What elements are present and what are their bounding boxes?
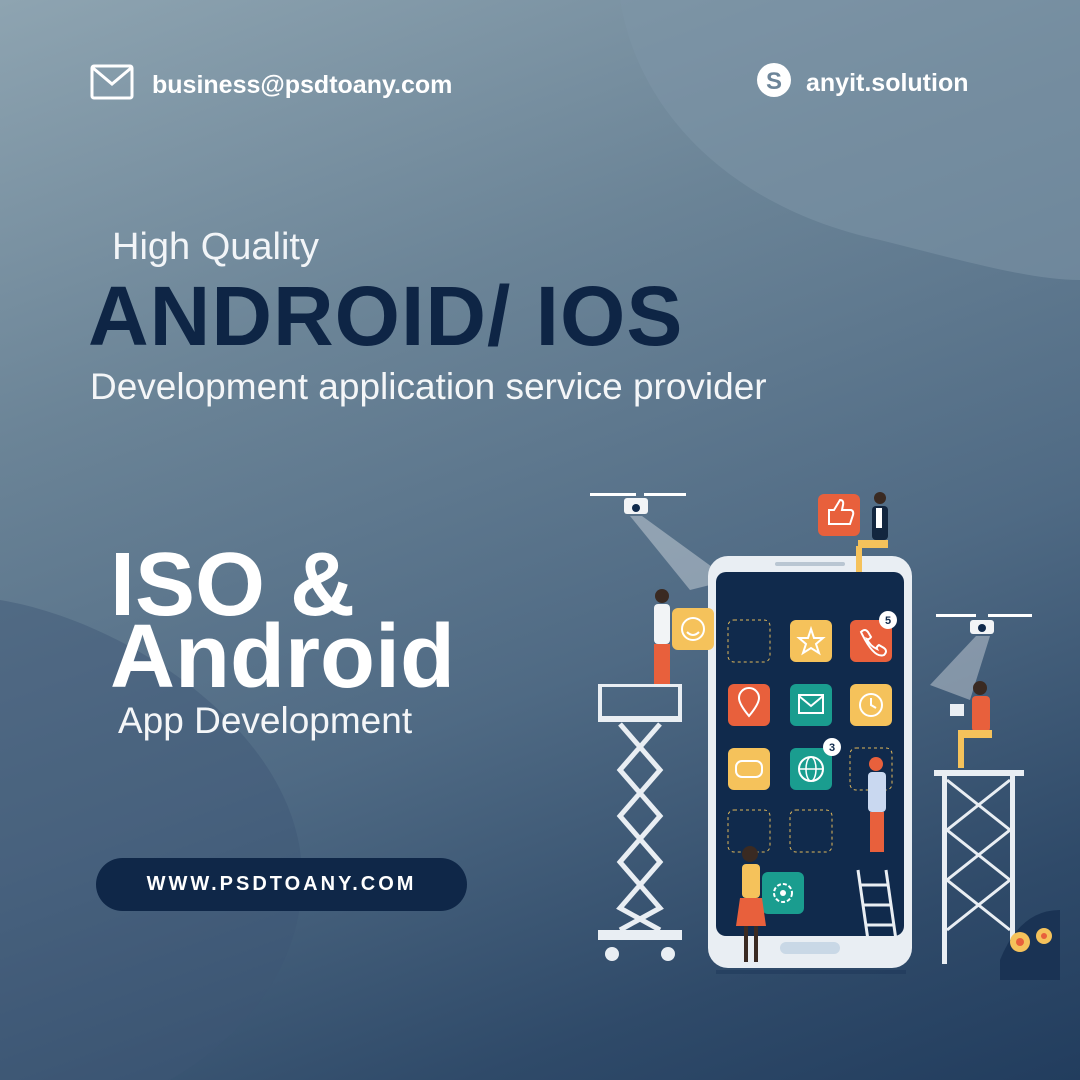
skype-handle: anyit.solution <box>806 69 969 97</box>
email-contact[interactable]: business@psdtoany.com <box>90 64 452 107</box>
hero-subheadline: Development application service provider <box>90 366 767 407</box>
scaffold-tower-right <box>934 770 1024 964</box>
feature-caption: App Development <box>118 700 413 741</box>
flowers-decoration <box>1000 910 1060 980</box>
smile-icon <box>672 608 714 650</box>
hero-headline: ANDROID/ IOS <box>88 269 684 363</box>
email-address: business@psdtoany.com <box>152 71 453 99</box>
location-pin-icon <box>728 684 770 726</box>
person-on-lift <box>654 589 670 684</box>
website-button[interactable]: WWW.PSDTOANY.COM <box>96 858 467 911</box>
scissor-lift-left <box>598 684 682 961</box>
mail-envelope-icon <box>90 64 134 107</box>
badge-globe: 3 <box>829 742 835 754</box>
skype-contact[interactable]: S anyit.solution <box>756 62 969 105</box>
svg-text:S: S <box>766 68 782 95</box>
skype-icon: S <box>756 62 792 105</box>
feature-line-2: Android <box>110 607 455 707</box>
app-development-illustration: 5 3 <box>590 492 1060 980</box>
hero-kicker: High Quality <box>112 226 319 268</box>
promo-canvas: business@psdtoany.com S anyit.solution H… <box>0 0 1080 1080</box>
gamepad-icon <box>728 748 770 790</box>
badge-phone: 5 <box>885 615 891 627</box>
